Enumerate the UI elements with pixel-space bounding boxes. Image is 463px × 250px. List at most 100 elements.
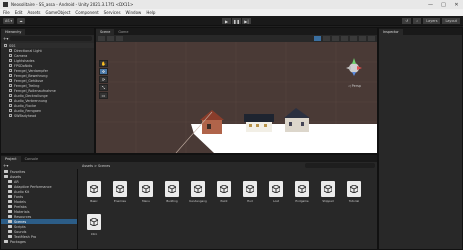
gameobject-icon	[9, 79, 12, 82]
scene-asset[interactable]: Endgame	[293, 181, 311, 203]
hierarchy-item-label: Ferngel_Bewehrung	[14, 73, 48, 78]
scene-asset[interactable]: Menu	[137, 181, 155, 203]
account-dropdown[interactable]: AS ▾	[3, 18, 15, 24]
tab-console[interactable]: Console	[20, 156, 43, 162]
scene-asset[interactable]: Building	[163, 181, 181, 203]
hierarchy-list: SSS Directional Light Camera Lightshades FPS…	[1, 42, 94, 118]
gizmos-dropdown[interactable]	[368, 36, 375, 41]
folder-icon	[8, 185, 12, 188]
cloud-icon[interactable]: ☁	[17, 18, 25, 24]
tab-project[interactable]: Project	[1, 156, 21, 162]
layout-dropdown[interactable]: Layout	[442, 18, 460, 24]
hidden-toggle[interactable]	[350, 36, 357, 41]
project-tree-label: Models	[14, 199, 26, 204]
play-button[interactable]: ▶	[222, 18, 231, 24]
scene-viewport[interactable]: ◁ Persp ✋ ✥ ⟳ ⤡ ▭	[96, 42, 377, 153]
scene-asset[interactable]: Basic	[85, 181, 103, 203]
project-tree-label: TextMesh Pro	[14, 234, 37, 239]
asset-label: Endgame	[295, 199, 309, 203]
folder-icon	[4, 170, 8, 173]
close-button[interactable]: ✕	[450, 0, 463, 9]
unity-scene-icon	[347, 181, 361, 197]
scene-asset[interactable]: Shipped	[319, 181, 337, 203]
project-tree-label: Adaptive Performance	[14, 184, 52, 189]
lighting-toggle[interactable]	[323, 36, 330, 41]
scene-asset[interactable]: Enemies	[111, 181, 129, 203]
maximize-button[interactable]: □	[437, 0, 450, 9]
unity-scene-icon	[321, 181, 335, 197]
asset-label: Paint	[220, 199, 228, 203]
menu-file[interactable]: File	[3, 10, 10, 15]
global-toggle[interactable]	[107, 36, 114, 41]
menu-help[interactable]: Help	[146, 10, 155, 15]
camera-icon[interactable]	[359, 36, 366, 41]
folder-icon	[8, 210, 12, 213]
scene-asset[interactable]: Hud	[241, 181, 259, 203]
hierarchy-search-input[interactable]	[10, 36, 92, 41]
menu-edit[interactable]: Edit	[15, 10, 23, 15]
rotate-tool-icon[interactable]: ⟳	[99, 76, 108, 83]
project-add-icon[interactable]: +▾	[3, 163, 8, 168]
effects-toggle[interactable]	[341, 36, 348, 41]
scene-asset[interactable]: Paint	[215, 181, 233, 203]
scene-asset[interactable]: Lost	[267, 181, 285, 203]
asset-label: Tutorial	[348, 199, 360, 203]
rect-tool-icon[interactable]: ▭	[99, 92, 108, 99]
history-icon[interactable]: ↺	[402, 18, 412, 24]
menu-window[interactable]: Window	[126, 10, 142, 15]
menu-gameobject[interactable]: GameObject	[45, 10, 70, 15]
hierarchy-item-label: Ferngel_Rollenaufnahme	[14, 88, 56, 93]
menu-assets[interactable]: Assets	[27, 10, 40, 15]
scale-tool-icon[interactable]: ⤡	[99, 84, 108, 91]
unity-logo-icon	[3, 2, 8, 7]
search-icon[interactable]: ⌕	[413, 18, 422, 24]
step-button[interactable]: ▶|	[242, 18, 251, 24]
minimize-button[interactable]: —	[424, 0, 437, 9]
gameobject-icon	[9, 89, 12, 92]
scene-asset[interactable]: Tutorial	[345, 181, 363, 203]
folder-icon	[4, 175, 8, 178]
project-tree-label: Assets	[10, 174, 22, 179]
breadcrumb[interactable]: Assets > Scenes	[79, 162, 377, 169]
hierarchy-panel: Hierarchy +▾ SSS Directional Light Camera L…	[0, 27, 95, 154]
project-tree-label: Prefabs	[14, 204, 27, 209]
pivot-toggle[interactable]	[98, 36, 105, 41]
hierarchy-item-label: SWBsdyhead	[14, 113, 37, 118]
move-tool-icon[interactable]: ✥	[99, 68, 108, 75]
project-panel: Project Console +▾ Favorites Assets AR Adap…	[0, 154, 378, 250]
scene-asset[interactable]: Kundengang	[189, 181, 207, 203]
project-tree-label: Resources	[14, 214, 32, 219]
tab-inspector[interactable]: Inspector	[379, 29, 403, 35]
unity-scene-icon	[295, 181, 309, 197]
2d-toggle[interactable]	[314, 36, 321, 41]
gameobject-icon	[9, 49, 12, 52]
hierarchy-item-label: SSS	[9, 43, 16, 48]
pause-button[interactable]: ❚❚	[232, 18, 241, 24]
unity-scene-icon	[113, 181, 127, 197]
folder-icon	[8, 195, 12, 198]
hand-tool-icon[interactable]: ✋	[99, 60, 108, 67]
gameobject-icon	[9, 84, 12, 87]
project-tree-item[interactable]: Packages	[1, 239, 77, 244]
gameobject-icon	[9, 114, 12, 117]
asset-label: Hud	[247, 199, 253, 203]
unity-scene-icon	[165, 181, 179, 197]
folder-icon	[8, 220, 12, 223]
folder-icon	[8, 205, 12, 208]
grid-toggle[interactable]	[116, 36, 123, 41]
tab-hierarchy[interactable]: Hierarchy	[1, 29, 26, 35]
add-icon[interactable]: +▾	[3, 36, 8, 41]
layers-dropdown[interactable]: Layers	[423, 18, 441, 24]
menu-component[interactable]: Component	[75, 10, 98, 15]
tab-game[interactable]: Game	[114, 29, 133, 35]
asset-label: Lost	[273, 199, 279, 203]
scene-asset[interactable]: Intro	[85, 214, 103, 236]
audio-toggle[interactable]	[332, 36, 339, 41]
hierarchy-item[interactable]: SWBsdyhead	[1, 113, 94, 118]
menu-services[interactable]: Services	[104, 10, 121, 15]
project-tree-label: Fonts	[14, 194, 24, 199]
project-tree-label: Scripts	[14, 224, 26, 229]
asset-label: Enemies	[114, 199, 126, 203]
title-bar: Neosolitaire - SS_assa - Android - Unity…	[0, 0, 463, 9]
tab-scene[interactable]: Scene	[96, 29, 115, 35]
